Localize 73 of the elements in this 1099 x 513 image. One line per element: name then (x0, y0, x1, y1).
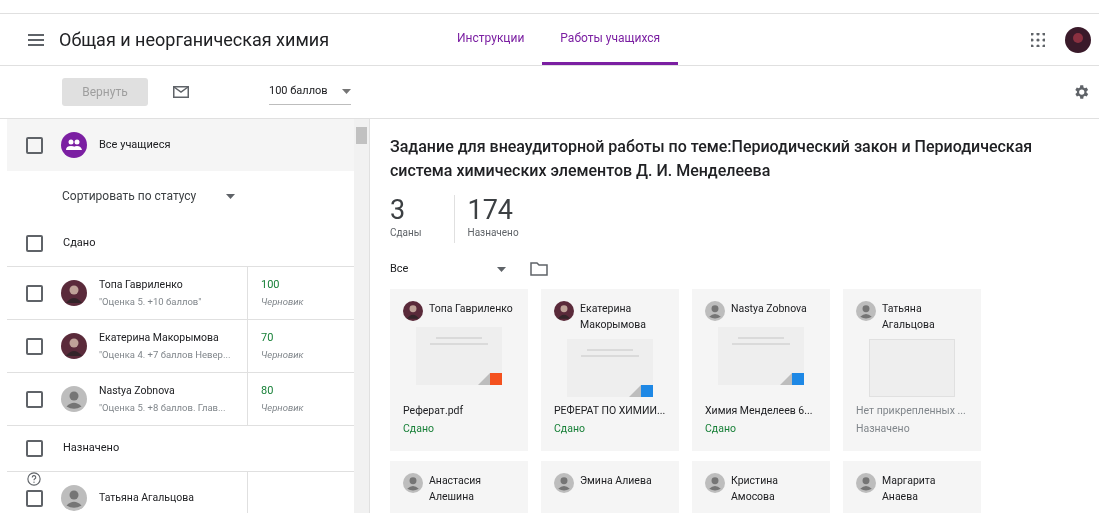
checkbox[interactable] (26, 489, 43, 507)
grade-status: Черновик (261, 401, 304, 416)
stat-label: Сданы (390, 226, 422, 240)
checkbox[interactable] (26, 136, 43, 154)
caret-icon (497, 266, 506, 272)
all-students-row[interactable]: Все учащиеся (7, 119, 355, 171)
submission-card[interactable]: Анастасия Алешина (390, 461, 528, 513)
stat-value: 174 (467, 195, 515, 225)
student-name: Маргарита Анаева (882, 473, 937, 505)
submission-card[interactable]: Эмина Алиева (541, 461, 679, 513)
file-name: Реферат.pdf (403, 402, 465, 419)
submission-card[interactable]: Татьяна Агальцова Нет прикрепленных ... Назначено (843, 289, 981, 451)
grade[interactable]: 80 (261, 382, 304, 400)
submission-card[interactable]: Екатерина Макорымова РЕФЕРАТ ПО ХИМИИ... Сдано (541, 289, 679, 451)
submission-status: Сдано (705, 421, 737, 437)
points-dropdown[interactable]: 100 баллов (269, 79, 351, 105)
apps-icon[interactable] (1031, 32, 1045, 47)
caret-icon (226, 193, 236, 199)
stat-label: Назначено (467, 226, 519, 240)
checkbox[interactable] (26, 337, 43, 355)
account-avatar[interactable] (1065, 26, 1091, 53)
submission-status: Сдано (403, 421, 435, 437)
submission-status: Назначено (856, 421, 911, 437)
group-label: Сдано (63, 235, 96, 252)
private-comment: "Оценка 4. +7 баллов Невер... (99, 348, 231, 363)
document-thumbnail[interactable] (416, 327, 502, 385)
private-comment: "Оценка 5. +8 баллов. Глав... (99, 401, 226, 416)
student-name: Татьяна Агальцова (99, 490, 194, 506)
file-name: РЕФЕРАТ ПО ХИМИИ... (554, 402, 666, 419)
people-icon (61, 132, 87, 158)
student-name: Nastya Zobnova (731, 301, 807, 317)
grade[interactable]: 100 (261, 276, 304, 294)
course-title: Общая и неорганическая химия (59, 28, 331, 52)
submission-status: Сдано (554, 421, 586, 437)
file-name: Химия Менделеев 6... (705, 402, 814, 419)
student-name: Nastya Zobnova (99, 382, 176, 399)
stat-value: 3 (390, 195, 407, 225)
filter-dropdown[interactable]: Все (390, 260, 506, 278)
submission-card[interactable]: Nastya Zobnova Химия Менделеев 6... Сдано (692, 289, 830, 451)
document-thumbnail[interactable] (567, 339, 653, 397)
checkbox[interactable] (26, 284, 43, 302)
assignment-title: Задание для внеаудиторной работы по теме:Периодический закон и Периодическая система химических элементов Д. И. Менделеева (390, 136, 1034, 182)
checkbox[interactable] (26, 440, 43, 457)
submission-card[interactable]: Кристина Амосова (692, 461, 830, 513)
mail-icon[interactable] (173, 86, 189, 98)
document-thumbnail[interactable] (718, 327, 804, 385)
folder-icon[interactable] (530, 262, 548, 276)
scrollbar[interactable] (354, 119, 369, 513)
group-label: Назначено (63, 440, 120, 457)
caret-icon (342, 89, 351, 94)
student-name: Эмина Алиева (580, 473, 652, 489)
student-name: Кристина Амосова (731, 473, 779, 505)
help-icon[interactable] (27, 472, 41, 486)
tab[interactable]: Работы учащихся (542, 14, 679, 65)
student-name: Анастасия Алешина (429, 473, 483, 505)
student-name: Топа Гавриленко (99, 276, 184, 293)
all-students-label: Все учащиеся (99, 136, 171, 153)
student-name: Татьяна Агальцова (882, 301, 936, 333)
student-name: Екатерина Макорымова (580, 301, 647, 333)
checkbox[interactable] (26, 235, 43, 252)
private-comment: "Оценка 5. +10 баллов" (99, 295, 202, 310)
submission-card[interactable]: Топа Гавриленко Реферат.pdf Сдано (390, 289, 528, 451)
file-name: Нет прикрепленных ... (856, 402, 967, 419)
menu-icon[interactable] (28, 33, 44, 46)
student-name: Екатерина Макорымова (99, 329, 220, 346)
submission-card[interactable]: Маргарита Анаева (843, 461, 981, 513)
checkbox[interactable] (26, 390, 43, 408)
sort-dropdown[interactable]: Сортировать по статусу (62, 187, 236, 205)
student-name: Топа Гавриленко (429, 301, 513, 317)
tab[interactable]: Инструкции (439, 14, 543, 65)
grade[interactable]: 70 (261, 329, 304, 347)
grade-status: Черновик (261, 295, 304, 310)
grade-status: Черновик (261, 348, 304, 363)
